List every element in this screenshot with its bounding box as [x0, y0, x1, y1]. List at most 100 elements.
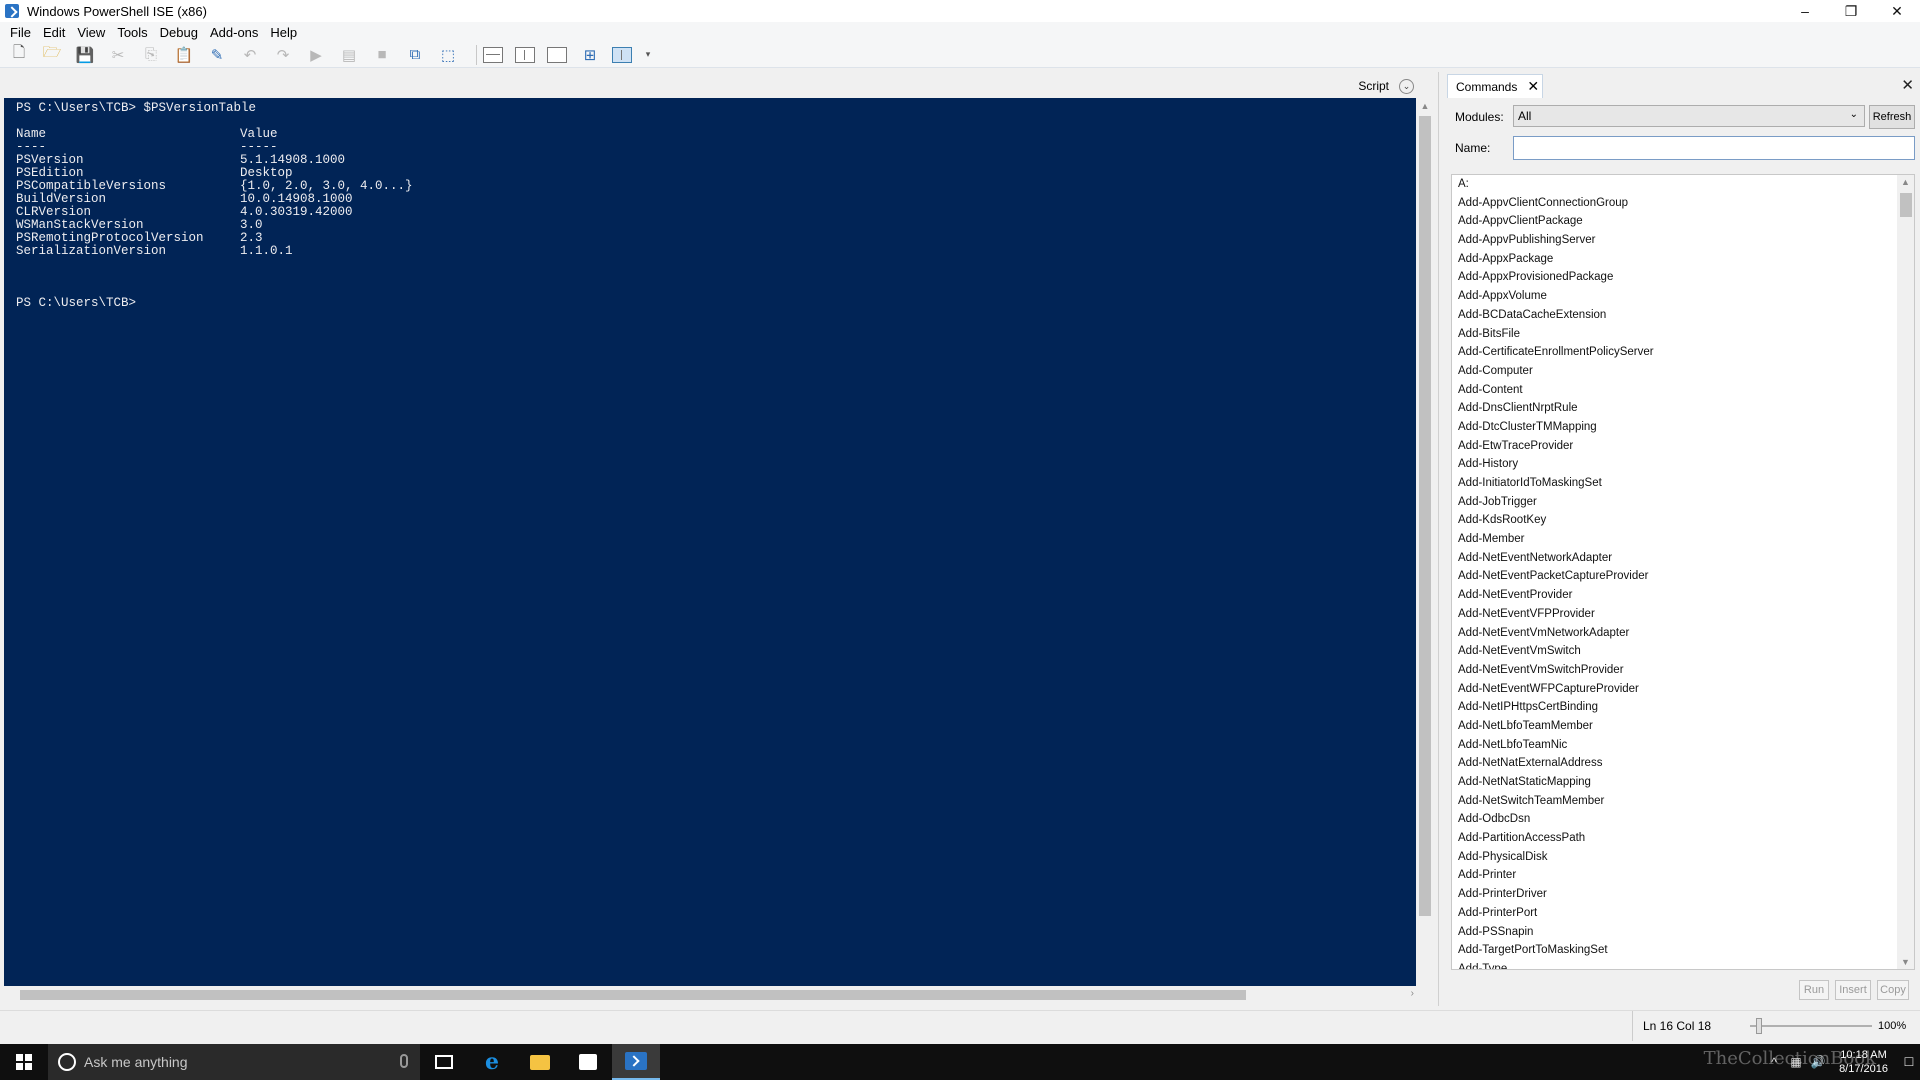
run-selection-icon[interactable]: ▤: [338, 44, 360, 66]
list-item[interactable]: Add-EtwTraceProvider: [1452, 437, 1914, 456]
list-item[interactable]: Add-NetEventVmSwitch: [1452, 642, 1914, 661]
notifications-icon[interactable]: ☐: [1898, 1055, 1920, 1069]
menu-debug[interactable]: Debug: [154, 25, 204, 40]
list-item[interactable]: Add-NetEventNetworkAdapter: [1452, 549, 1914, 568]
list-item[interactable]: Add-Computer: [1452, 362, 1914, 381]
cut-icon[interactable]: ✂: [107, 44, 129, 66]
script-label[interactable]: Script: [1358, 79, 1389, 93]
open-folder-icon[interactable]: 🗁: [41, 44, 63, 66]
command-list[interactable]: A: Add-AppvClientConnectionGroup Add-AppvC…: [1451, 174, 1915, 970]
close-window-button[interactable]: ✕: [1874, 0, 1920, 22]
list-item[interactable]: Add-Content: [1452, 381, 1914, 400]
start-powershell-icon[interactable]: ⬚: [437, 44, 459, 66]
powershell-ise-taskbar-button[interactable]: [612, 1044, 660, 1080]
save-icon[interactable]: 💾: [74, 44, 96, 66]
menu-view[interactable]: View: [71, 25, 111, 40]
console-horizontal-scrollbar[interactable]: ›: [4, 986, 1416, 1004]
menu-edit[interactable]: Edit: [37, 25, 71, 40]
list-item[interactable]: Add-AppxPackage: [1452, 250, 1914, 269]
scroll-up-icon[interactable]: ▲: [1416, 98, 1434, 114]
menu-help[interactable]: Help: [264, 25, 303, 40]
scroll-thumb[interactable]: [1900, 193, 1912, 217]
undo-icon[interactable]: ↶: [239, 44, 261, 66]
close-pane-icon[interactable]: ✕: [1901, 76, 1914, 94]
list-item[interactable]: A:: [1452, 175, 1914, 194]
scroll-thumb[interactable]: [1419, 116, 1431, 916]
file-explorer-button[interactable]: [516, 1044, 564, 1080]
minimize-button[interactable]: –: [1782, 0, 1828, 22]
list-item[interactable]: Add-PrinterDriver: [1452, 885, 1914, 904]
console-pane[interactable]: PS C:\Users\TCB> $PSVersionTable Name Va…: [4, 98, 1416, 986]
list-item[interactable]: Add-BitsFile: [1452, 325, 1914, 344]
scroll-thumb[interactable]: [20, 990, 1246, 1000]
paste-icon[interactable]: 📋: [173, 44, 195, 66]
redo-icon[interactable]: ↷: [272, 44, 294, 66]
list-item[interactable]: Add-AppxProvisionedPackage: [1452, 268, 1914, 287]
list-item[interactable]: Add-NetNatStaticMapping: [1452, 773, 1914, 792]
list-item[interactable]: Add-AppvPublishingServer: [1452, 231, 1914, 250]
list-item[interactable]: Add-NetLbfoTeamNic: [1452, 736, 1914, 755]
copy-button[interactable]: Copy: [1877, 980, 1909, 1000]
zoom-slider-thumb[interactable]: [1756, 1018, 1763, 1034]
list-item[interactable]: Add-DnsClientNrptRule: [1452, 399, 1914, 418]
scroll-right-icon[interactable]: ›: [1411, 988, 1414, 999]
insert-button[interactable]: Insert: [1835, 980, 1871, 1000]
list-item[interactable]: Add-NetNatExternalAddress: [1452, 754, 1914, 773]
microphone-icon[interactable]: [400, 1054, 408, 1068]
menu-file[interactable]: File: [4, 25, 37, 40]
list-item[interactable]: Add-NetIPHttpsCertBinding: [1452, 698, 1914, 717]
close-tab-icon[interactable]: ✕: [1527, 78, 1539, 95]
chevron-down-icon[interactable]: ⌄: [1399, 78, 1414, 94]
list-item[interactable]: Add-KdsRootKey: [1452, 511, 1914, 530]
list-item[interactable]: Add-NetEventWFPCaptureProvider: [1452, 680, 1914, 699]
run-button[interactable]: Run: [1799, 980, 1829, 1000]
list-item[interactable]: Add-Member: [1452, 530, 1914, 549]
new-file-icon[interactable]: 🗋: [8, 44, 30, 66]
refresh-button[interactable]: Refresh: [1869, 105, 1915, 129]
list-item[interactable]: Add-NetEventProvider: [1452, 586, 1914, 605]
tab-commands[interactable]: Commands ✕: [1447, 74, 1543, 98]
show-script-maximized-icon[interactable]: [547, 46, 567, 63]
remote-powershell-icon[interactable]: ⧉: [404, 44, 426, 66]
list-item[interactable]: Add-DtcClusterTMMapping: [1452, 418, 1914, 437]
list-item[interactable]: Add-InitiatorIdToMaskingSet: [1452, 474, 1914, 493]
list-item[interactable]: Add-PartitionAccessPath: [1452, 829, 1914, 848]
modules-dropdown[interactable]: All ⌄: [1513, 105, 1865, 127]
show-command-window-icon[interactable]: ⊞: [579, 44, 601, 66]
scroll-up-icon[interactable]: ▲: [1901, 177, 1910, 187]
start-button[interactable]: [0, 1044, 48, 1080]
task-view-button[interactable]: [420, 1044, 468, 1080]
toolbar-overflow-icon[interactable]: ▾: [644, 44, 652, 66]
menu-tools[interactable]: Tools: [111, 25, 153, 40]
list-item[interactable]: Add-PrinterPort: [1452, 904, 1914, 923]
show-script-top-icon[interactable]: [483, 46, 503, 63]
name-search-input[interactable]: [1513, 136, 1915, 160]
list-item[interactable]: Add-PhysicalDisk: [1452, 848, 1914, 867]
list-item[interactable]: Add-OdbcDsn: [1452, 810, 1914, 829]
list-item[interactable]: Add-History: [1452, 455, 1914, 474]
list-item[interactable]: Add-CertificateEnrollmentPolicyServer: [1452, 343, 1914, 362]
list-item[interactable]: Add-JobTrigger: [1452, 493, 1914, 512]
list-item[interactable]: Add-AppxVolume: [1452, 287, 1914, 306]
list-item[interactable]: Add-BCDataCacheExtension: [1452, 306, 1914, 325]
run-script-icon[interactable]: ▶: [305, 44, 327, 66]
console-vertical-scrollbar[interactable]: ▲: [1416, 98, 1434, 986]
list-item[interactable]: Add-NetLbfoTeamMember: [1452, 717, 1914, 736]
scroll-down-icon[interactable]: ▼: [1901, 957, 1910, 967]
zoom-slider[interactable]: [1750, 1025, 1872, 1027]
list-item[interactable]: Add-NetEventVmSwitchProvider: [1452, 661, 1914, 680]
list-item[interactable]: Add-Printer: [1452, 866, 1914, 885]
restore-button[interactable]: ❐: [1828, 0, 1874, 22]
store-button[interactable]: [564, 1044, 612, 1080]
list-item[interactable]: Add-Type: [1452, 960, 1914, 969]
list-item[interactable]: Add-AppvClientPackage: [1452, 212, 1914, 231]
show-script-right-icon[interactable]: [515, 46, 535, 63]
list-item[interactable]: Add-PSSnapin: [1452, 923, 1914, 942]
command-list-scrollbar[interactable]: ▲ ▼: [1897, 175, 1914, 969]
list-item[interactable]: Add-NetEventVmNetworkAdapter: [1452, 624, 1914, 643]
edge-button[interactable]: e: [468, 1044, 516, 1080]
show-command-addon-icon[interactable]: [612, 46, 632, 63]
stop-icon[interactable]: ■: [371, 44, 393, 66]
list-item[interactable]: Add-NetEventVFPProvider: [1452, 605, 1914, 624]
list-item[interactable]: Add-NetEventPacketCaptureProvider: [1452, 567, 1914, 586]
